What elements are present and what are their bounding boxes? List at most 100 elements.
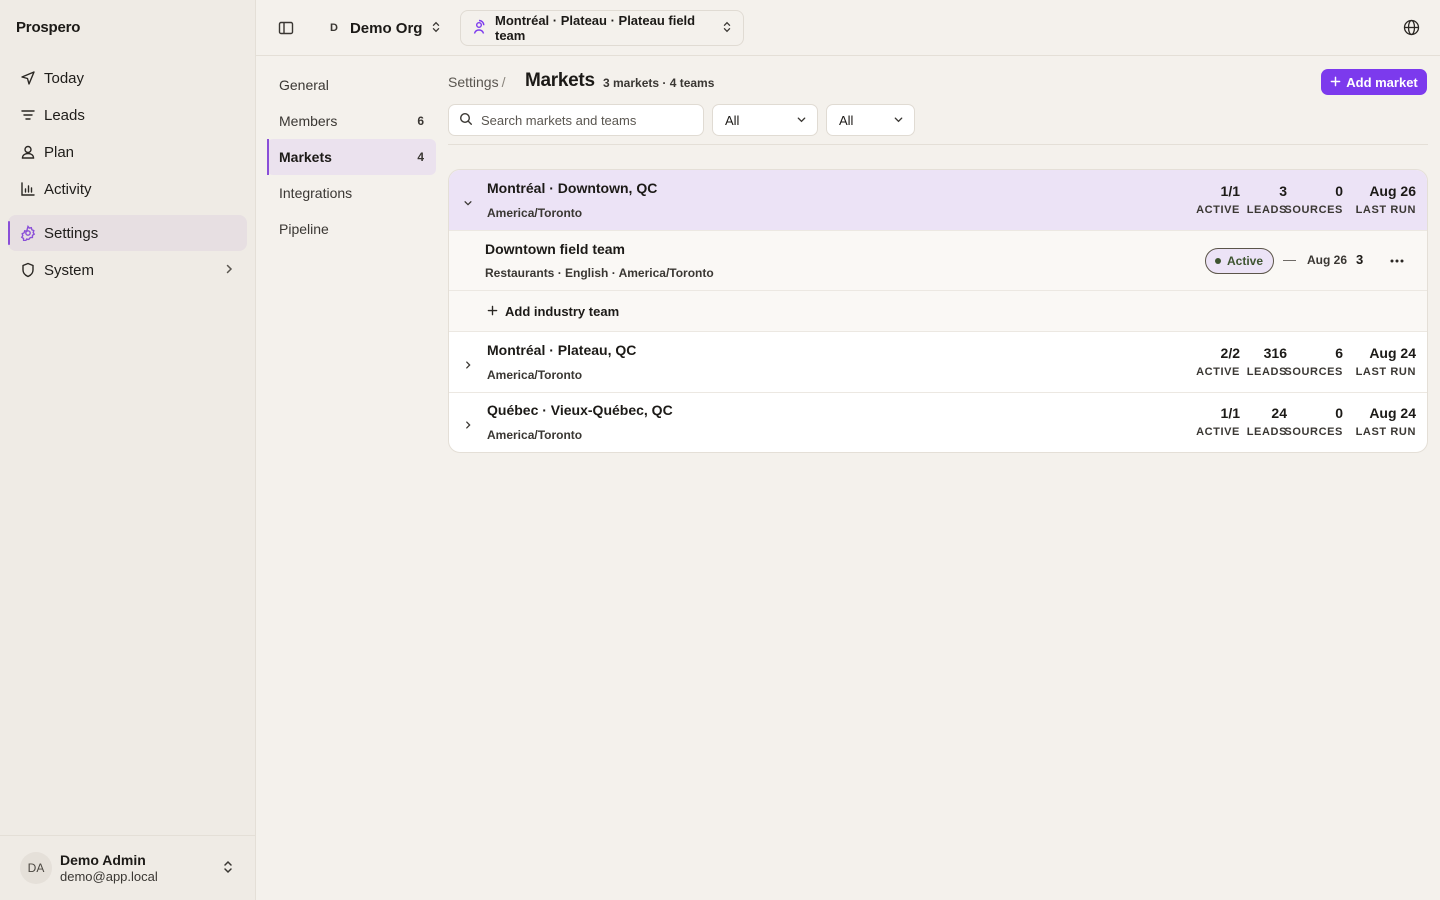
market-timezone: America/Toronto <box>487 368 583 382</box>
bar-chart-icon <box>20 181 36 197</box>
stat-value: Aug 24 <box>1369 405 1416 421</box>
org-switcher[interactable]: D Demo Org <box>330 18 442 38</box>
user-email: demo@app.local <box>60 869 158 884</box>
avatar: DA <box>20 852 52 884</box>
settings-nav-general[interactable]: General <box>267 67 436 103</box>
stat-last-run: Aug 24 LAST RUN <box>1356 345 1416 378</box>
stat-leads: 3 LEADS <box>1247 183 1287 216</box>
sidebar-item-leads[interactable]: Leads <box>8 97 247 133</box>
stat-sources: 0 SOURCES <box>1284 405 1343 438</box>
type-filter-select[interactable]: All <box>826 104 915 136</box>
team-placeholder-dash: — <box>1283 252 1296 267</box>
top-bar: D Demo Org Montréal · Plateau · Plateau … <box>256 0 1440 56</box>
stat-value: 2/2 <box>1220 345 1240 361</box>
markets-count: 4 <box>417 150 424 164</box>
stat-value: 0 <box>1335 405 1343 421</box>
stat-sources: 0 SOURCES <box>1284 183 1343 216</box>
breadcrumb-separator: / <box>501 74 506 90</box>
settings-nav-pipeline[interactable]: Pipeline <box>267 211 436 247</box>
type-filter-value: All <box>839 112 854 128</box>
brand-logo: Prospero <box>16 19 81 36</box>
org-name: Demo Org <box>349 19 423 37</box>
team-switcher[interactable]: Montréal · Plateau · Plateau field team <box>460 10 744 46</box>
market-row[interactable]: Montréal · Downtown, QC America/Toronto … <box>449 170 1427 231</box>
globe-icon[interactable] <box>1403 19 1420 36</box>
stat-last-run: Aug 26 LAST RUN <box>1356 183 1416 216</box>
team-name: Downtown field team <box>485 241 625 257</box>
stat-value: 316 <box>1263 345 1287 361</box>
team-last-run: Aug 26 <box>1307 253 1348 267</box>
stat-leads: 24 LEADS <box>1247 405 1287 438</box>
org-initial: D <box>330 22 338 34</box>
search-input[interactable] <box>481 112 681 128</box>
sidebar-item-label: Settings <box>44 224 99 242</box>
search-icon <box>459 112 473 129</box>
market-name: Montréal · Plateau, QC <box>487 342 637 358</box>
settings-nav-label: Integrations <box>279 185 353 201</box>
chevron-right-icon[interactable] <box>463 417 473 429</box>
stat-label: LAST RUN <box>1355 366 1416 378</box>
stat-value: 0 <box>1335 183 1343 199</box>
market-row[interactable]: Québec · Vieux-Québec, QC America/Toront… <box>449 393 1427 452</box>
stat-value: Aug 24 <box>1369 345 1416 361</box>
breadcrumb: Settings / <box>448 74 505 90</box>
settings-nav-markets[interactable]: Markets 4 <box>267 139 436 175</box>
team-row[interactable]: Downtown field team Restaurants · Englis… <box>449 231 1427 291</box>
stat-active: 2/2 ACTIVE <box>1196 345 1240 378</box>
sidebar-item-activity[interactable]: Activity <box>8 171 247 207</box>
sidebar-item-system[interactable]: System <box>8 252 247 288</box>
chevron-right-icon <box>223 262 235 279</box>
settings-nav-integrations[interactable]: Integrations <box>267 175 436 211</box>
stat-last-run: Aug 24 LAST RUN <box>1356 405 1416 438</box>
stat-active: 1/1 ACTIVE <box>1196 183 1240 216</box>
team-meta: Restaurants · English · America/Toronto <box>485 266 714 280</box>
sidebar-item-label: Today <box>44 69 85 87</box>
stat-label: LAST RUN <box>1355 204 1416 216</box>
filter-icon <box>20 107 36 123</box>
team-leads-count: 3 <box>1356 252 1364 267</box>
market-row[interactable]: Montréal · Plateau, QC America/Toronto 2… <box>449 332 1427 393</box>
chevrons-up-down-icon <box>430 20 442 36</box>
settings-nav-label: General <box>279 77 329 93</box>
status-filter-select[interactable]: All <box>712 104 818 136</box>
market-timezone: America/Toronto <box>487 428 583 442</box>
sidebar-item-settings[interactable]: Settings <box>8 215 247 251</box>
user-menu[interactable]: DA Demo Admin demo@app.local <box>0 835 255 900</box>
add-market-button[interactable]: Add market <box>1321 69 1427 95</box>
chevron-down-icon[interactable] <box>463 195 473 206</box>
stat-value: 6 <box>1335 345 1343 361</box>
status-filter-value: All <box>725 112 740 128</box>
map-pin-user-icon <box>471 19 487 38</box>
sidebar-toggle-icon[interactable] <box>278 20 294 36</box>
sidebar-item-today[interactable]: Today <box>8 60 247 96</box>
stat-label: LAST RUN <box>1355 426 1416 438</box>
more-options-icon[interactable] <box>1387 252 1407 270</box>
market-name: Québec · Vieux-Québec, QC <box>487 402 673 418</box>
plus-icon <box>1330 75 1341 90</box>
sidebar-item-label: Activity <box>44 180 92 198</box>
status-label: Active <box>1227 254 1264 268</box>
settings-nav-members[interactable]: Members 6 <box>267 103 436 139</box>
chevron-down-icon <box>796 113 807 128</box>
chevron-down-icon <box>893 113 904 128</box>
stat-active: 1/1 ACTIVE <box>1196 405 1240 438</box>
stat-label: ACTIVE <box>1196 426 1240 438</box>
stat-value: 3 <box>1279 183 1287 199</box>
sidebar: Prospero Today Leads Plan Activity Setti… <box>0 0 256 900</box>
gear-icon <box>20 225 36 241</box>
stat-label: SOURCES <box>1284 426 1343 438</box>
search-box <box>448 104 704 136</box>
stat-value: 1/1 <box>1220 183 1240 199</box>
add-industry-team-button[interactable]: Add industry team <box>487 304 619 319</box>
market-timezone: America/Toronto <box>487 206 583 220</box>
sidebar-item-plan[interactable]: Plan <box>8 134 247 170</box>
breadcrumb-settings-link[interactable]: Settings <box>448 74 499 90</box>
chevron-right-icon[interactable] <box>463 357 473 369</box>
chevrons-up-down-icon <box>221 860 235 877</box>
send-icon <box>20 70 36 86</box>
page-title: Markets <box>525 70 595 91</box>
sidebar-item-label: System <box>44 261 95 279</box>
stat-label: ACTIVE <box>1196 366 1240 378</box>
stat-label: SOURCES <box>1284 366 1343 378</box>
main-nav: Today Leads Plan Activity Settings Syste… <box>8 60 247 289</box>
